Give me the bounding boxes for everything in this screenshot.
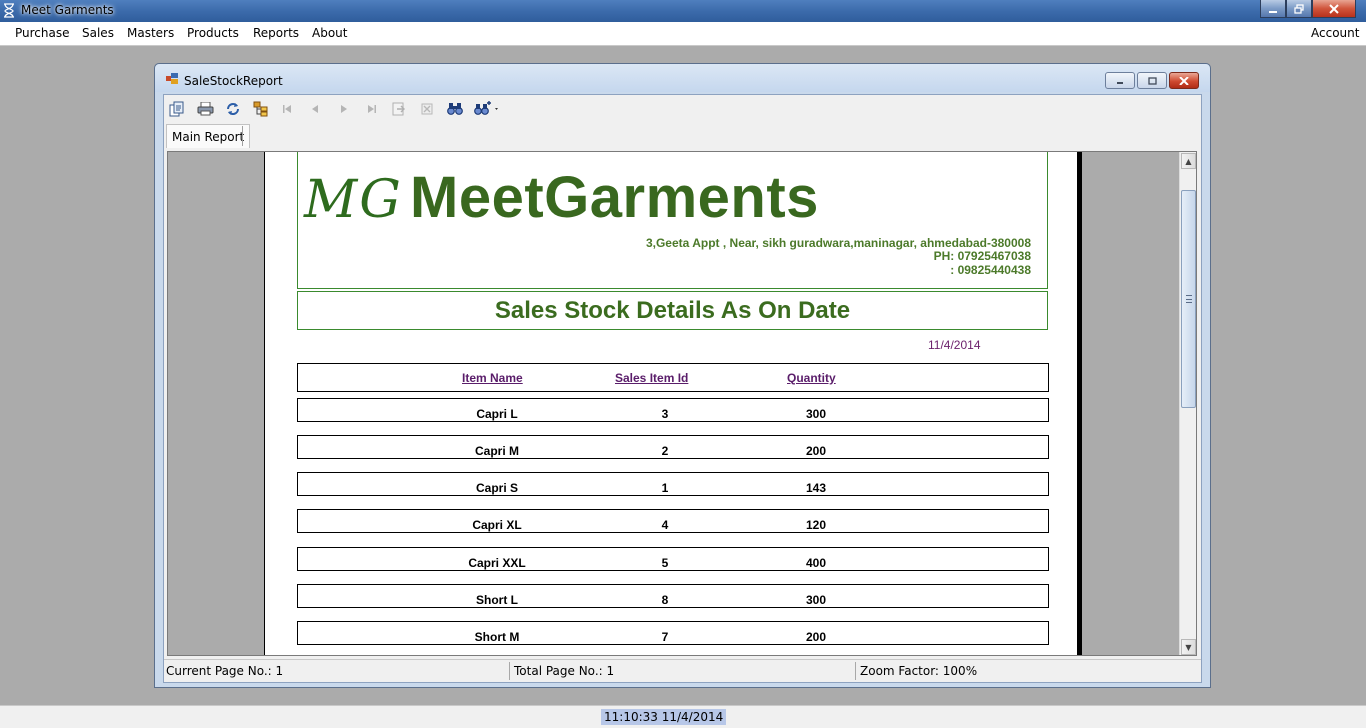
report-toolbar [164, 95, 1201, 123]
app-hourglass-icon [2, 3, 16, 19]
last-page-icon[interactable] [362, 99, 382, 119]
table-row: Short L 8 300 [297, 584, 1049, 608]
child-restore-button[interactable] [1137, 72, 1167, 89]
company-mobile: : 09825440438 [950, 263, 1031, 277]
cell-quantity: 143 [805, 481, 827, 495]
report-date: 11/4/2014 [928, 338, 981, 352]
scroll-down-arrow-icon[interactable]: ▼ [1181, 639, 1196, 655]
report-page: MG MeetGarments 3,Geeta Appt , Near, sik… [264, 152, 1082, 655]
cell-sales-item-id: 5 [661, 556, 669, 570]
cell-quantity: 200 [805, 444, 827, 458]
app-title-bar: Meet Garments [0, 0, 1366, 22]
cell-sales-item-id: 1 [661, 481, 669, 495]
column-quantity: Quantity [787, 371, 836, 385]
find-icon[interactable] [445, 99, 465, 119]
menu-products[interactable]: Products [187, 26, 239, 40]
cell-item-name: Capri M [474, 444, 520, 458]
report-tab-strip: Main Report [164, 123, 1201, 149]
previous-page-icon[interactable] [305, 99, 325, 119]
scroll-up-arrow-icon[interactable]: ▲ [1181, 153, 1196, 169]
table-row: Short M 7 200 [297, 621, 1049, 645]
menu-purchase[interactable]: Purchase [15, 26, 70, 40]
cell-item-name: Capri S [475, 481, 519, 495]
cell-quantity: 200 [805, 630, 827, 644]
clock-display: 11:10:33 11/4/2014 [601, 709, 727, 725]
table-row: Capri XL 4 120 [297, 509, 1049, 533]
tab-main-report[interactable]: Main Report [166, 124, 251, 148]
cell-quantity: 300 [805, 593, 827, 607]
menu-masters[interactable]: Masters [127, 26, 174, 40]
menu-account[interactable]: Account [1311, 26, 1359, 40]
company-phone: PH: 07925467038 [933, 249, 1031, 263]
print-icon[interactable] [195, 99, 215, 119]
menu-about[interactable]: About [312, 26, 347, 40]
table-row: Capri XXL 5 400 [297, 547, 1049, 571]
child-title-bar: SaleStockReport [155, 64, 1210, 92]
company-address: 3,Geeta Appt , Near, sikh guradwara,mani… [645, 236, 1031, 250]
cell-item-name: Short L [476, 593, 518, 607]
cell-quantity: 120 [805, 518, 827, 532]
cell-sales-item-id: 4 [661, 518, 669, 532]
app-title: Meet Garments [21, 3, 114, 17]
export-icon[interactable] [167, 99, 187, 119]
report-statusbar: Current Page No.: 1 Total Page No.: 1 Zo… [164, 659, 1201, 682]
child-close-button[interactable] [1169, 72, 1199, 89]
first-page-icon[interactable] [277, 99, 297, 119]
menubar: Purchase Sales Masters Products Reports … [0, 22, 1366, 46]
cell-quantity: 400 [805, 556, 827, 570]
cell-quantity: 300 [805, 407, 827, 421]
total-page-status: Total Page No.: 1 [514, 664, 615, 678]
column-item-name: Item Name [462, 371, 523, 385]
tab-separator [242, 126, 243, 146]
current-page-status: Current Page No.: 1 [166, 664, 284, 678]
scroll-thumb[interactable] [1181, 190, 1196, 408]
menu-reports[interactable]: Reports [253, 26, 299, 40]
column-header-row: Item Name Sales Item Id Quantity [297, 363, 1049, 392]
column-sales-item-id: Sales Item Id [615, 371, 689, 385]
cell-item-name: Capri L [476, 407, 518, 421]
minimize-button[interactable] [1260, 0, 1286, 18]
group-tree-icon[interactable] [251, 99, 271, 119]
report-header: MG MeetGarments 3,Geeta Appt , Near, sik… [297, 152, 1048, 289]
app-status-bar: 11:10:33 11/4/2014 [0, 705, 1366, 728]
next-page-icon[interactable] [334, 99, 354, 119]
cell-sales-item-id: 7 [661, 630, 669, 644]
child-window-controls [1105, 72, 1199, 89]
status-separator [509, 662, 510, 680]
company-name: MeetGarments [410, 165, 819, 230]
zoom-icon[interactable] [472, 99, 502, 119]
refresh-icon[interactable] [223, 99, 243, 119]
scroll-grip-icon [1186, 295, 1192, 303]
table-row: Capri L 3 300 [297, 398, 1049, 422]
report-viewer[interactable]: MG MeetGarments 3,Geeta Appt , Near, sik… [167, 151, 1197, 656]
window-controls [1260, 0, 1356, 18]
child-minimize-button[interactable] [1105, 72, 1135, 89]
report-title-box: Sales Stock Details As On Date [297, 291, 1048, 330]
report-title: Sales Stock Details As On Date [494, 297, 851, 324]
restore-button[interactable] [1286, 0, 1312, 18]
vertical-scrollbar[interactable]: ▲ ▼ [1179, 152, 1196, 655]
zoom-factor-status: Zoom Factor: 100% [860, 664, 978, 678]
stop-icon[interactable] [417, 99, 437, 119]
report-viewer-container: Main Report MG MeetGarments 3,Geeta Appt… [163, 94, 1202, 683]
table-row: Capri S 1 143 [297, 472, 1049, 496]
cell-item-name: Capri XL [472, 518, 522, 532]
cell-item-name: Short M [474, 630, 520, 644]
cell-sales-item-id: 3 [661, 407, 669, 421]
goto-page-icon[interactable] [389, 99, 409, 119]
cell-sales-item-id: 2 [661, 444, 669, 458]
company-logo: MG [304, 170, 403, 230]
table-row: Capri M 2 200 [297, 435, 1049, 459]
status-separator [855, 662, 856, 680]
cell-sales-item-id: 8 [661, 593, 669, 607]
child-title: SaleStockReport [184, 74, 283, 88]
form-icon [166, 73, 178, 84]
sale-stock-report-window: SaleStockReport Main Report MG MeetGarme… [154, 63, 1211, 688]
cell-item-name: Capri XXL [468, 556, 526, 570]
menu-sales[interactable]: Sales [82, 26, 114, 40]
close-button[interactable] [1312, 0, 1356, 18]
